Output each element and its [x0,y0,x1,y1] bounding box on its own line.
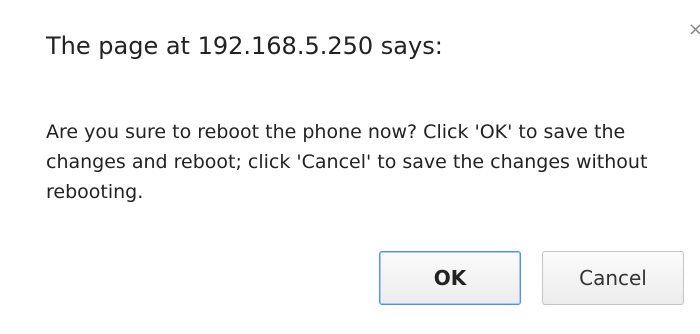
dialog-title: The page at 192.168.5.250 says: [46,32,443,60]
cancel-button[interactable]: Cancel [542,251,684,305]
close-icon[interactable]: × [688,20,700,40]
ok-button[interactable]: OK [379,251,521,305]
alert-dialog: The page at 192.168.5.250 says: × Are yo… [0,0,700,334]
dialog-message: Are you sure to reboot the phone now? Cl… [46,121,648,203]
